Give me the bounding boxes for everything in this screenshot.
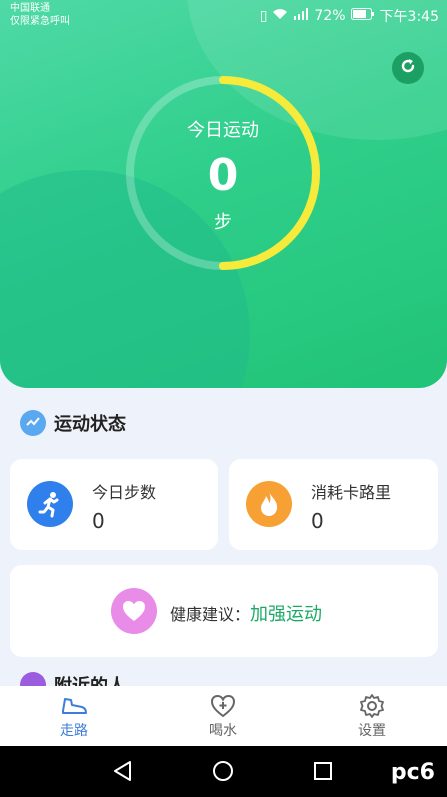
step-unit: 步 xyxy=(214,212,232,233)
nav-water[interactable]: 喝水 xyxy=(183,692,263,740)
watermark-logo: pc6 xyxy=(390,760,435,785)
activity-icon xyxy=(20,410,46,436)
flame-icon xyxy=(246,481,292,527)
battery-icon xyxy=(350,8,375,24)
section-title-text: 运动状态 xyxy=(54,414,126,435)
calories-label: 消耗卡路里 xyxy=(311,483,392,502)
home-button[interactable] xyxy=(212,760,234,786)
back-button[interactable] xyxy=(112,760,134,786)
calories-value: 0 xyxy=(311,509,324,533)
nav-walk-label: 走路 xyxy=(60,723,88,739)
heart-plus-icon xyxy=(183,692,263,720)
emergency-only-text: 仅限紧急呼叫 xyxy=(10,16,70,27)
today-exercise-label: 今日运动 xyxy=(187,120,259,141)
section-title: 运动状态 xyxy=(20,410,126,436)
bottom-nav: 走路 喝水 设置 xyxy=(0,686,447,746)
battery-percent: 72% xyxy=(314,8,346,24)
nav-water-label: 喝水 xyxy=(209,723,237,739)
advice-value: 加强运动 xyxy=(250,604,323,625)
steps-label: 今日步数 xyxy=(92,483,157,502)
system-nav-bar xyxy=(0,746,447,797)
vibrate-icon: ▯ xyxy=(259,8,268,24)
steps-card[interactable]: 今日步数 0 xyxy=(10,459,218,550)
nav-settings[interactable]: 设置 xyxy=(332,692,412,740)
steps-value: 0 xyxy=(92,509,105,533)
advice-label: 健康建议： xyxy=(170,605,251,624)
running-icon xyxy=(27,481,73,527)
status-bar: 中国联通 仅限紧急呼叫 ▯ 72% 下午3:45 xyxy=(0,0,447,32)
shoe-icon xyxy=(34,692,114,720)
calories-card[interactable]: 消耗卡路里 0 xyxy=(229,459,438,550)
gear-icon xyxy=(332,692,412,720)
clock: 下午3:45 xyxy=(379,9,439,25)
wifi-icon xyxy=(272,8,288,24)
nav-walk[interactable]: 走路 xyxy=(34,692,114,740)
nav-settings-label: 设置 xyxy=(358,723,386,739)
carrier-name: 中国联通 xyxy=(10,3,50,14)
refresh-icon xyxy=(399,56,417,81)
heart-icon xyxy=(111,588,157,634)
recents-button[interactable] xyxy=(312,760,334,786)
signal-icon xyxy=(293,8,309,24)
step-count: 0 xyxy=(207,150,239,201)
refresh-button[interactable] xyxy=(392,52,424,84)
